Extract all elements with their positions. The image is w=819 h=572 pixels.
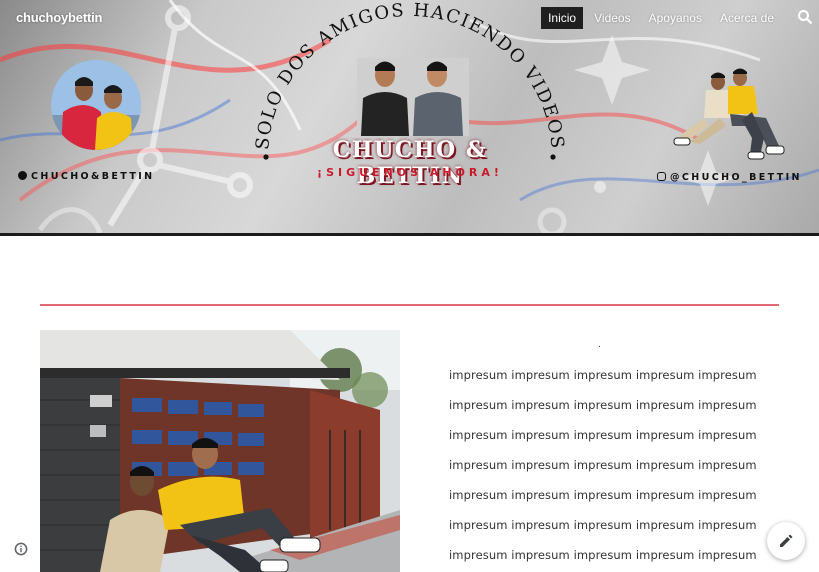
banner-bottom-border [0, 233, 819, 236]
text-column: impresum impresum impresum impresum impr… [449, 367, 769, 572]
handle-right-text: @CHUCHO_BETTIN [670, 172, 802, 183]
banner-subtitle: ¡SIGUENOS AHORA! [317, 166, 503, 179]
text-line: impresum impresum impresum impresum impr… [449, 518, 757, 532]
text-line: impresum impresum impresum impresum impr… [449, 398, 757, 412]
search-icon[interactable] [797, 9, 813, 25]
banner-photo-center [357, 58, 469, 136]
dot-text: . [598, 340, 601, 350]
site-title[interactable]: chuchoybettin [16, 10, 102, 25]
instagram-icon [18, 171, 27, 180]
banner-main-title: CHUCHO & BETTIN [332, 137, 488, 189]
edit-button[interactable] [767, 522, 805, 560]
banner-photo-right [668, 68, 800, 160]
avatar-photo-left [51, 60, 141, 150]
info-icon[interactable] [14, 541, 28, 556]
text-line: impresum impresum impresum impresum impr… [449, 458, 757, 472]
page: SOLO DOS AMIGOS HACIENDO VIDEOS CHUCHO &… [0, 0, 819, 572]
pencil-icon [780, 534, 793, 547]
instagram-icon [657, 172, 666, 181]
top-navigation-bar: chuchoybettin Inicio Videos Apoyanos Ace… [0, 0, 819, 36]
text-line: impresum impresum impresum impresum impr… [449, 428, 757, 442]
nav-item-apoyanos[interactable]: Apoyanos [642, 7, 709, 29]
section-divider [40, 304, 779, 306]
text-line: impresum impresum impresum impresum impr… [449, 548, 757, 562]
header-banner: SOLO DOS AMIGOS HACIENDO VIDEOS CHUCHO &… [0, 0, 819, 233]
nav-item-videos[interactable]: Videos [587, 7, 637, 29]
text-line: impresum impresum impresum impresum impr… [449, 368, 757, 382]
main-nav: Inicio Videos Apoyanos Acerca de [541, 7, 781, 29]
main-photo [40, 330, 400, 572]
nav-item-inicio[interactable]: Inicio [541, 7, 584, 29]
social-handle-right: @CHUCHO_BETTIN [657, 172, 802, 183]
text-line: impresum impresum impresum impresum impr… [449, 488, 757, 502]
social-handle-left: CHUCHO&BETTIN [18, 171, 155, 182]
handle-left-text: CHUCHO&BETTIN [31, 171, 155, 182]
nav-item-acerca-de[interactable]: Acerca de [713, 7, 781, 29]
